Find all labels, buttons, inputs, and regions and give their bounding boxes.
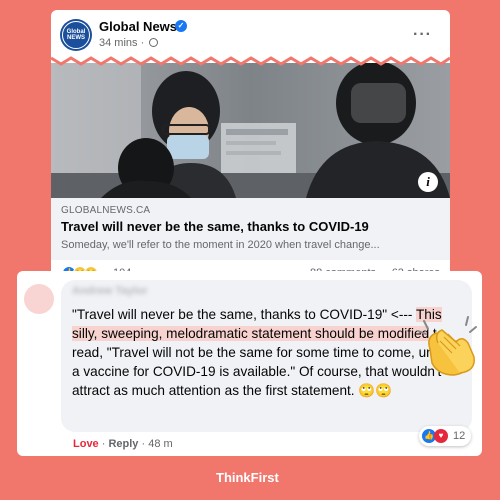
- action-separator: ·: [98, 438, 109, 450]
- info-icon[interactable]: i: [418, 172, 438, 192]
- comment-reactions[interactable]: 👍 ♥ 12: [419, 426, 471, 446]
- clapping-hands-icon: [417, 316, 477, 376]
- comment-bubble: Andrew Taylor "Travel will never be the …: [61, 280, 472, 432]
- commenter-name[interactable]: Andrew Taylor: [72, 285, 148, 297]
- more-options-icon[interactable]: ···: [413, 26, 432, 44]
- comment-text: "Travel will never be the same, thanks t…: [72, 305, 452, 400]
- page-name[interactable]: Global News: [99, 19, 177, 34]
- post-meta: 34 mins ·: [99, 37, 159, 49]
- verified-badge-icon: ✓: [175, 20, 187, 32]
- article-photo[interactable]: i: [51, 63, 450, 198]
- link-title[interactable]: Travel will never be the same, thanks to…: [61, 219, 369, 234]
- comment-reaction-count: 12: [453, 430, 466, 442]
- comment-age[interactable]: · 48 m: [138, 438, 172, 450]
- comment-card: Andrew Taylor "Travel will never be the …: [17, 271, 482, 456]
- thinkfirst-logo: ThinkFirst: [216, 470, 279, 485]
- comment-actions: Love · Reply · 48 m: [73, 438, 173, 450]
- comment-text-part1: "Travel will never be the same, thanks t…: [72, 307, 416, 322]
- link-domain: GLOBALNEWS.CA: [61, 205, 151, 216]
- torn-edge-divider: [51, 56, 450, 66]
- globe-icon: [149, 38, 159, 47]
- link-description: Someday, we'll refer to the moment in 20…: [61, 239, 380, 251]
- post-timestamp[interactable]: 34 mins ·: [99, 37, 147, 49]
- commenter-avatar[interactable]: [24, 284, 54, 314]
- love-action[interactable]: Love: [73, 438, 99, 450]
- love-icon: ♥: [434, 429, 448, 443]
- global-news-logo[interactable]: Global NEWS: [60, 19, 92, 51]
- link-preview[interactable]: GLOBALNEWS.CA Travel will never be the s…: [51, 198, 450, 260]
- reply-action[interactable]: Reply: [108, 438, 138, 450]
- post-card: Global NEWS Global News ✓ 34 mins · ···: [51, 10, 450, 285]
